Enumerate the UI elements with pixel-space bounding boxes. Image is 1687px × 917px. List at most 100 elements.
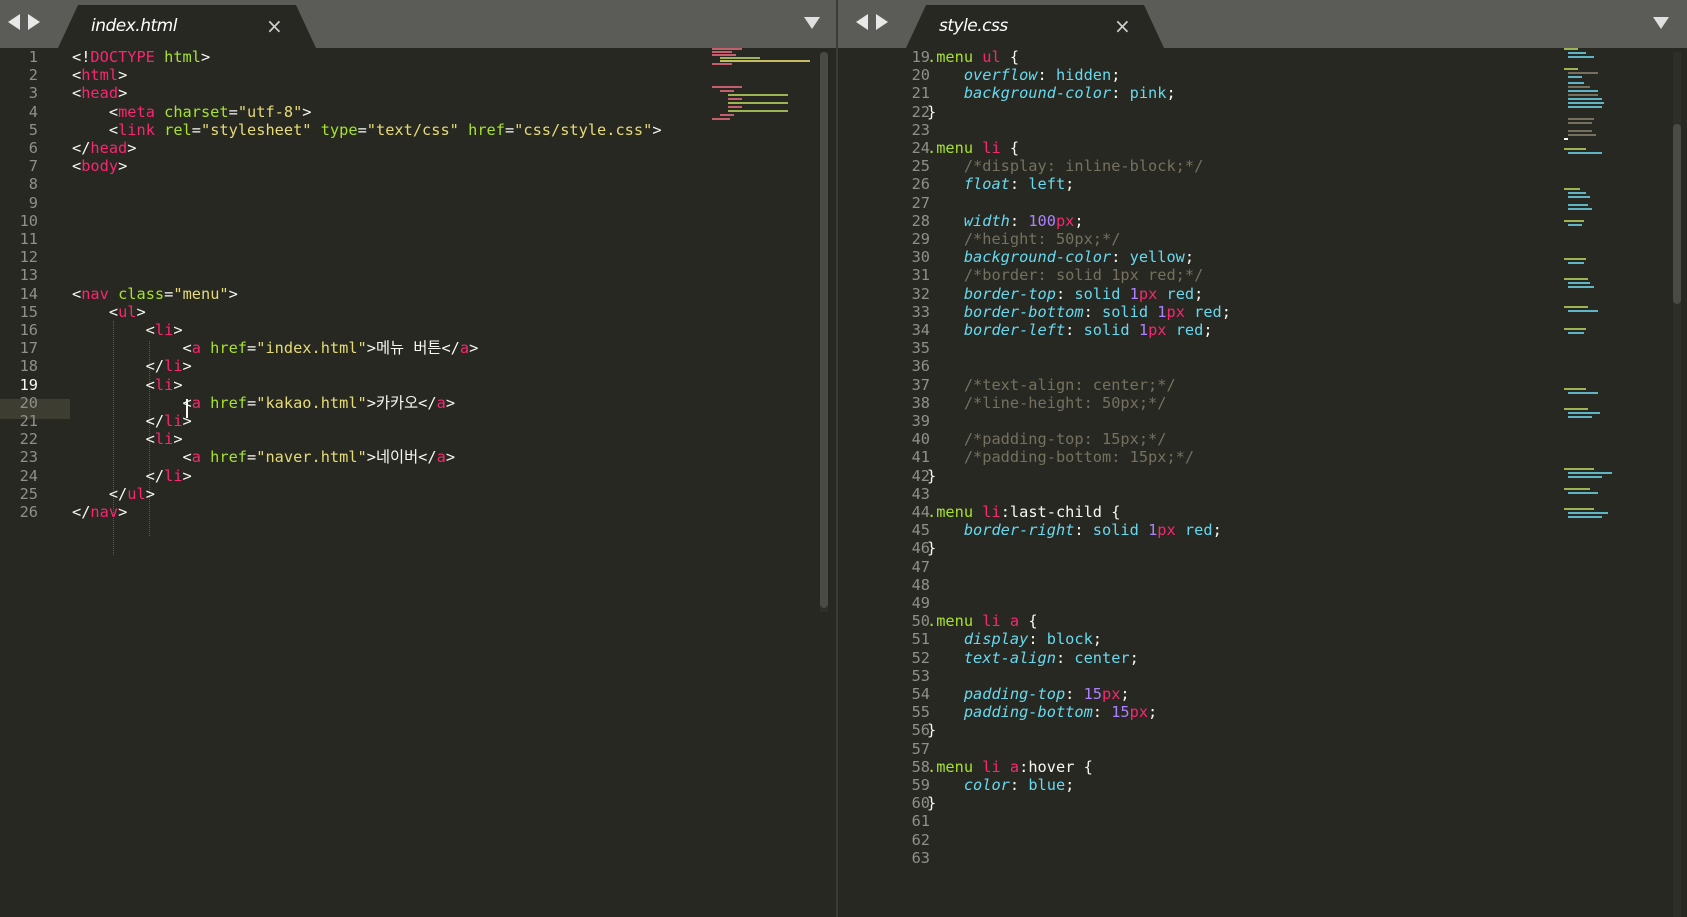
minimap[interactable] (712, 48, 810, 148)
code-line[interactable]: 18 </li> (0, 357, 838, 377)
close-icon[interactable]: × (266, 14, 283, 38)
code-token: { (1019, 612, 1038, 631)
scrollbar[interactable] (1673, 52, 1681, 917)
code-line[interactable]: 11 (0, 230, 838, 250)
triangle-left-icon[interactable] (8, 14, 20, 30)
line-number: 53 (911, 666, 930, 685)
code-line[interactable]: 27 (838, 194, 1687, 214)
code-line[interactable]: 24 .menu li { (838, 139, 1687, 159)
line-number: 14 (19, 284, 38, 303)
code-line[interactable]: 19 .menu ul { (838, 48, 1687, 68)
code-line[interactable]: 49 (838, 594, 1687, 614)
code-line[interactable]: 33 border-bottom: solid 1px red; (838, 303, 1687, 323)
code-line[interactable]: 26 </nav> (0, 503, 838, 523)
code-line[interactable]: 35 (838, 339, 1687, 359)
code-token: /*border: solid 1px red;*/ (963, 266, 1204, 285)
code-line[interactable]: 60} (838, 794, 1687, 814)
code-token: : (1083, 302, 1102, 321)
code-line[interactable]: 39 (838, 412, 1687, 432)
code-line[interactable]: 28 width: 100px; (838, 212, 1687, 232)
triangle-left-icon[interactable] (856, 14, 868, 30)
scrollbar-thumb[interactable] (1673, 124, 1681, 304)
code-line[interactable]: 15 <ul> (0, 303, 838, 323)
code-line[interactable]: 25 </ul> (0, 485, 838, 505)
code-line[interactable]: 7 <body> (0, 157, 838, 177)
code-line[interactable]: 53 (838, 667, 1687, 687)
code-line[interactable]: 8 (0, 175, 838, 195)
line-number: 34 (911, 321, 930, 339)
code-line[interactable]: 36 (838, 357, 1687, 377)
code-token: px (1138, 284, 1158, 303)
code-line[interactable]: 47 (838, 558, 1687, 578)
code-line[interactable]: 10 (0, 212, 838, 232)
code-line[interactable]: 37 /*text-align: center;*/ (838, 376, 1687, 396)
code-line[interactable]: 52 text-align: center; (838, 649, 1687, 669)
code-token: blue (1028, 776, 1066, 794)
code-line[interactable]: 56} (838, 721, 1687, 741)
code-line[interactable]: 23 (838, 121, 1687, 141)
code-line[interactable]: 31 /*border: solid 1px red;*/ (838, 266, 1687, 286)
code-line[interactable]: 43 (838, 485, 1687, 505)
close-icon[interactable]: × (1114, 14, 1131, 38)
code-line[interactable]: 21 </li> (0, 412, 838, 432)
code-line[interactable]: 48 (838, 576, 1687, 596)
code-line[interactable]: 58 .menu li a:hover { (838, 758, 1687, 778)
code-line[interactable]: 57 (838, 740, 1687, 760)
code-line[interactable]: 16 <li> (0, 321, 838, 341)
chevron-down-icon[interactable] (804, 17, 820, 29)
code-line[interactable]: 20 overflow: hidden; (838, 66, 1687, 86)
code-line[interactable]: 32 border-top: solid 1px red; (838, 285, 1687, 305)
code-line[interactable]: 14 <nav class="menu"> (0, 285, 838, 305)
scrollbar-thumb[interactable] (820, 52, 828, 608)
code-line[interactable]: 45 border-right: solid 1px red; (838, 521, 1687, 541)
code-line[interactable]: 26 float: left; (838, 175, 1687, 195)
code-line[interactable]: 21 background-color: pink; (838, 84, 1687, 104)
code-text: </li> (72, 467, 192, 487)
tab-style-css[interactable]: style.css × (906, 5, 1164, 48)
code-token: = (247, 448, 257, 467)
code-line[interactable]: 44 .menu li:last-child { (838, 503, 1687, 523)
triangle-right-icon[interactable] (876, 14, 888, 30)
triangle-right-icon[interactable] (28, 14, 40, 30)
code-line[interactable]: 34 border-left: solid 1px red; (838, 321, 1687, 341)
code-line[interactable]: 17 <a href="index.html">메뉴 버튼</a> (0, 339, 838, 359)
code-line[interactable]: 24 </li> (0, 467, 838, 487)
code-line[interactable]: 25 /*display: inline-block;*/ (838, 157, 1687, 177)
code-line[interactable]: 61 (838, 812, 1687, 832)
code-line[interactable]: 38 /*line-height: 50px;*/ (838, 394, 1687, 414)
code-editor[interactable]: 1 <!DOCTYPE html> 2 <html> 3 <head> 4 <meta ch… (0, 48, 838, 917)
code-line[interactable]: 62 (838, 831, 1687, 851)
code-line[interactable]: 30 background-color: yellow; (838, 248, 1687, 268)
code-line[interactable]: 63 (838, 849, 1687, 869)
code-line[interactable]: 9 (0, 194, 838, 214)
line-number: 60 (911, 794, 930, 813)
tab-index-html[interactable]: index.html × (58, 5, 316, 48)
code-line[interactable]: 13 (0, 266, 838, 286)
code-line[interactable]: 19 <li> (0, 376, 838, 396)
code-line[interactable]: 22 <li> (0, 430, 838, 450)
code-token: : (1065, 321, 1084, 339)
code-line[interactable]: 55 padding-bottom: 15px; (838, 703, 1687, 723)
code-line[interactable]: 42} (838, 467, 1687, 487)
code-text: <li> (72, 321, 183, 341)
code-line[interactable]: 20 <a href="kakao.html">카카오</a> (0, 394, 838, 414)
code-line[interactable]: 40 /*padding-top: 15px;*/ (838, 430, 1687, 450)
code-line[interactable]: 50 .menu li a { (838, 612, 1687, 632)
code-line[interactable]: 22} (838, 103, 1687, 123)
chevron-down-icon[interactable] (1653, 17, 1669, 29)
scrollbar[interactable] (820, 52, 828, 612)
code-line[interactable]: 41 /*padding-bottom: 15px;*/ (838, 448, 1687, 468)
code-line[interactable]: 12 (0, 248, 838, 268)
tab-bar: style.css × (838, 0, 1687, 48)
code-editor[interactable]: 19 .menu ul {20 overflow: hidden; 21 backg… (838, 48, 1687, 917)
code-line[interactable]: 23 <a href="naver.html">네이버</a> (0, 448, 838, 468)
code-token: > (118, 66, 128, 85)
code-line[interactable]: 59 color: blue; (838, 776, 1687, 796)
code-line[interactable]: 54 padding-top: 15px; (838, 685, 1687, 705)
code-text: display: block; (927, 630, 1102, 650)
code-line[interactable]: 29 /*height: 50px;*/ (838, 230, 1687, 250)
code-line[interactable]: 46} (838, 539, 1687, 559)
code-line[interactable]: 51 display: block; (838, 630, 1687, 650)
minimap[interactable] (1564, 48, 1634, 568)
